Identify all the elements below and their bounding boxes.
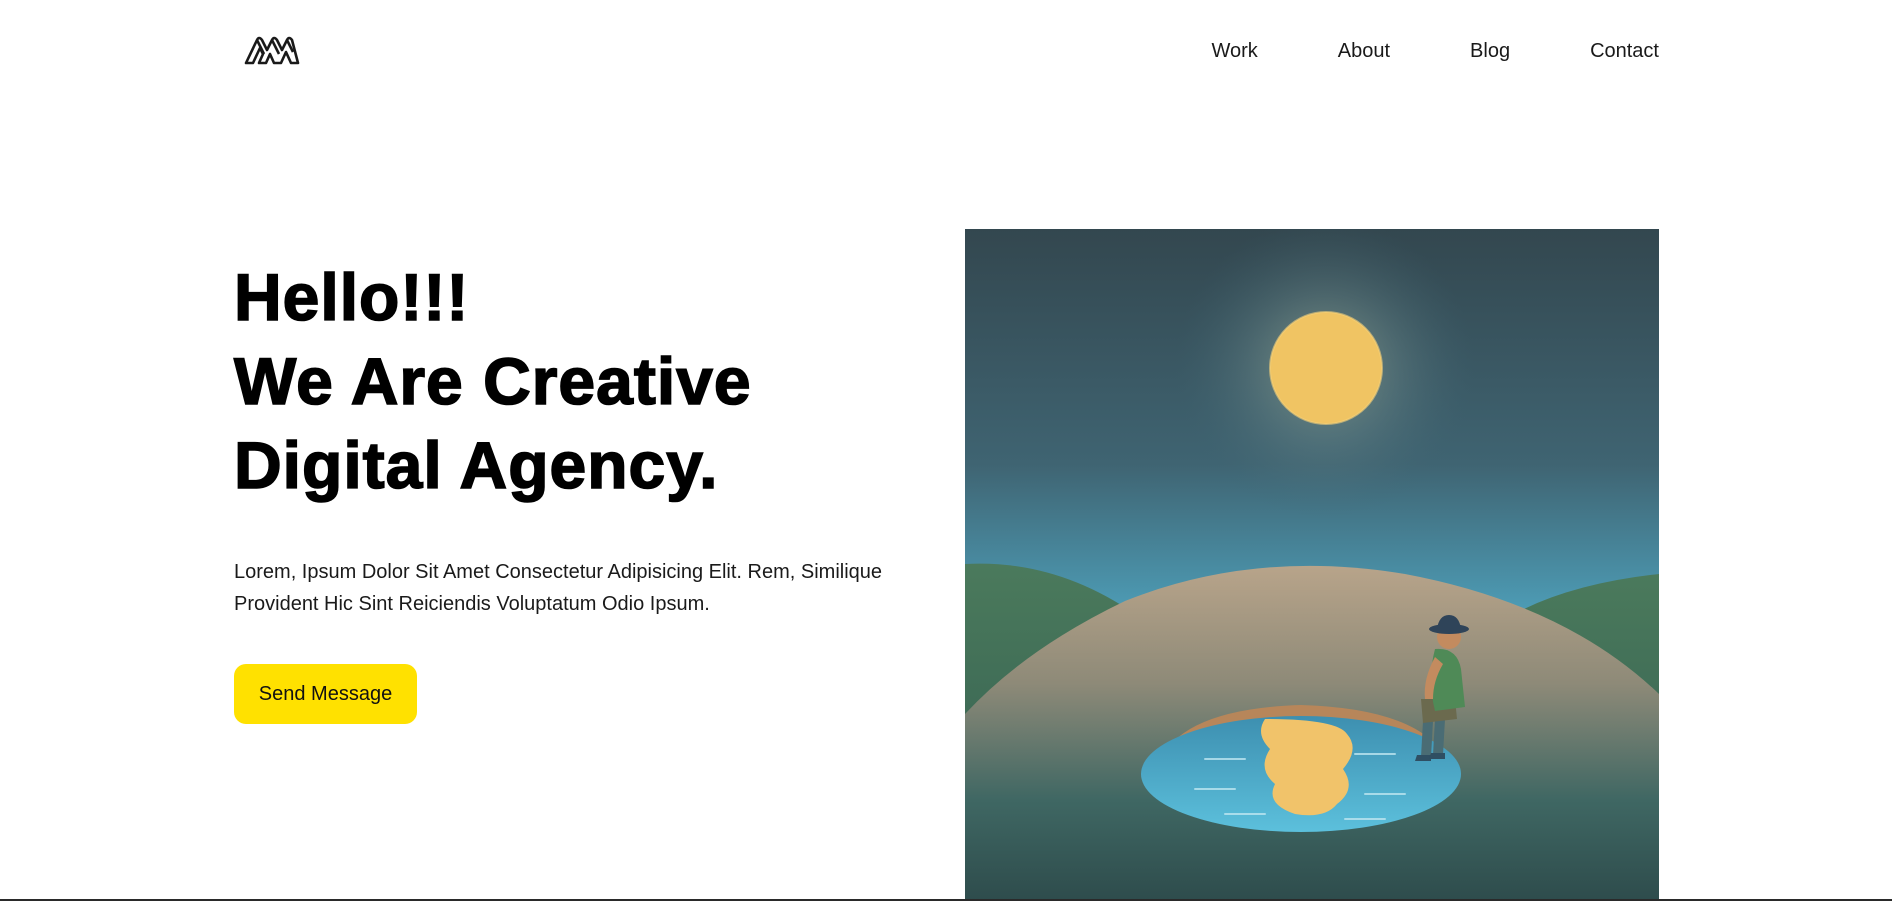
hero-title-line-1: Hello!!!: [233, 259, 470, 335]
landing-page: Work About Blog Contact Hello!!! We Are …: [0, 0, 1892, 901]
nav-blog-link[interactable]: Blog: [1470, 38, 1510, 64]
hero-title-line-3: Digital Agency.: [233, 427, 719, 503]
hero-title: Hello!!! We Are Creative Digital Agency.: [233, 255, 994, 507]
agency-m-logo-icon[interactable]: [243, 32, 301, 66]
moon-pond-illustration: [965, 229, 1659, 901]
hero-title-line-2: We Are Creative: [233, 343, 752, 419]
nav-contact-link[interactable]: Contact: [1590, 38, 1659, 64]
nav-work-link[interactable]: Work: [1211, 38, 1257, 64]
hero-description: Lorem, Ipsum Dolor Sit Amet Consectetur …: [234, 561, 883, 615]
send-message-button[interactable]: Send Message: [234, 664, 417, 724]
nav-about-link[interactable]: About: [1338, 38, 1390, 64]
main-nav: Work About Blog Contact: [1211, 38, 1659, 64]
